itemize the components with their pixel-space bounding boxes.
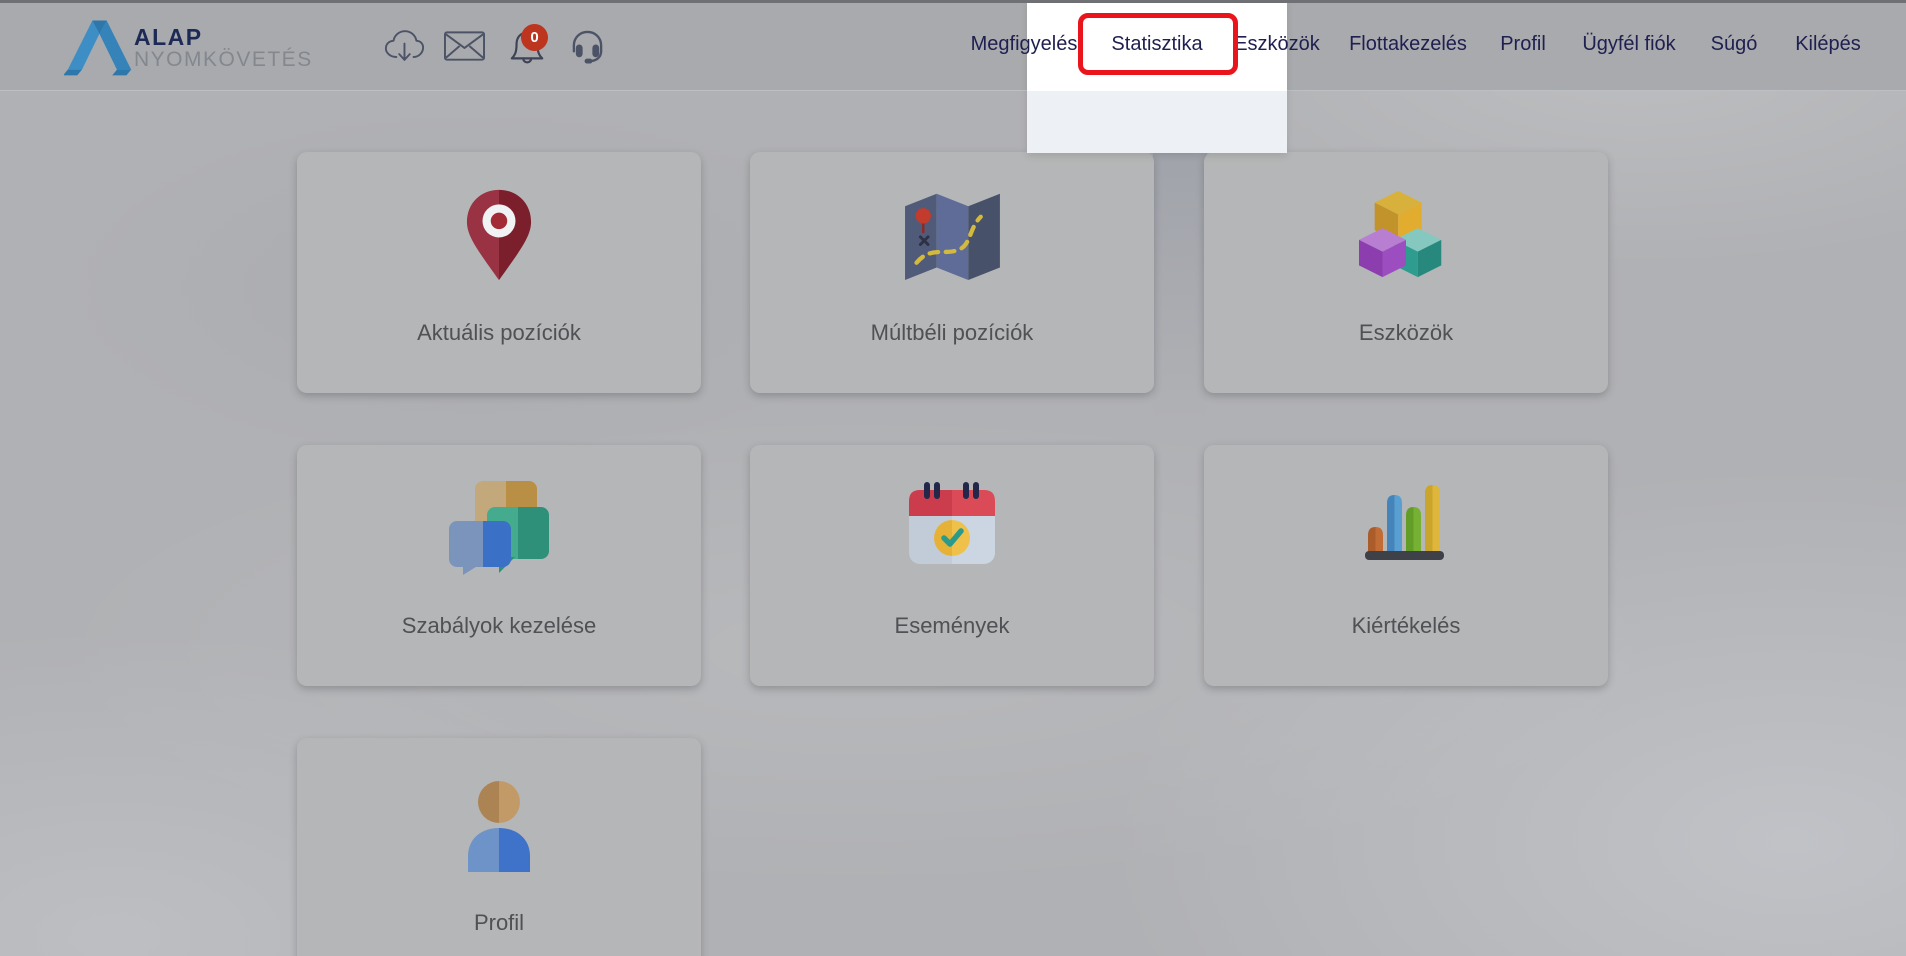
top-navbar: ALAP NYOMKÖVETÉS 0 (0, 0, 1906, 91)
card-label: Eszközök (1204, 320, 1608, 346)
card-label: Aktuális pozíciók (297, 320, 701, 346)
nav-item-statisztika[interactable]: Statisztika (1111, 33, 1202, 56)
nav-item-kilepes[interactable]: Kilépés (1795, 33, 1861, 56)
card-aktualis-poziciok[interactable]: Aktuális pozíciók (297, 152, 701, 393)
mail-icon[interactable] (444, 31, 485, 67)
chat-bubbles-icon (297, 481, 701, 581)
dropdown-panel-body (1027, 91, 1287, 153)
card-eszkozok[interactable]: Eszközök (1204, 152, 1608, 393)
card-esemenyek[interactable]: Események (750, 445, 1154, 686)
calendar-check-icon (750, 481, 1154, 581)
screen-top-edge (0, 0, 1906, 3)
nav-item-ugyfel-fiok[interactable]: Ügyfél fiók (1582, 33, 1675, 56)
support-headset-icon[interactable] (568, 28, 607, 70)
card-multbeli-poziciok[interactable]: Múltbéli pozíciók (750, 152, 1154, 393)
background-band (1153, 152, 1207, 422)
folded-map-icon (750, 188, 1154, 288)
brand-title: ALAP (134, 24, 203, 51)
statisztika-dropdown-panel (1027, 0, 1287, 153)
card-kiertekeles[interactable]: Kiértékelés (1204, 445, 1608, 686)
card-label: Események (750, 613, 1154, 639)
card-label: Szabályok kezelése (297, 613, 701, 639)
card-label: Profil (297, 910, 701, 936)
nav-item-megfigyeles[interactable]: Megfigyelés (971, 33, 1078, 56)
cloud-download-icon[interactable] (383, 28, 425, 70)
app-screen: ALAP NYOMKÖVETÉS 0 (0, 0, 1906, 956)
card-szabalyok-kezelese[interactable]: Szabályok kezelése (297, 445, 701, 686)
person-icon (297, 780, 701, 880)
bar-chart-icon (1204, 481, 1608, 581)
card-profil[interactable]: Profil (297, 738, 701, 956)
nav-item-profil[interactable]: Profil (1500, 33, 1546, 56)
card-label: Múltbéli pozíciók (750, 320, 1154, 346)
nav-item-flottakezeles[interactable]: Flottakezelés (1349, 33, 1467, 56)
brand-logo[interactable] (64, 14, 134, 78)
nav-item-eszkozok[interactable]: Eszközök (1234, 33, 1320, 56)
nav-item-sugo[interactable]: Súgó (1711, 33, 1758, 56)
notification-count-badge: 0 (521, 24, 548, 51)
stacked-cubes-icon (1204, 188, 1608, 288)
brand-subtitle: NYOMKÖVETÉS (134, 48, 313, 72)
location-pin-icon (297, 188, 701, 288)
card-label: Kiértékelés (1204, 613, 1608, 639)
